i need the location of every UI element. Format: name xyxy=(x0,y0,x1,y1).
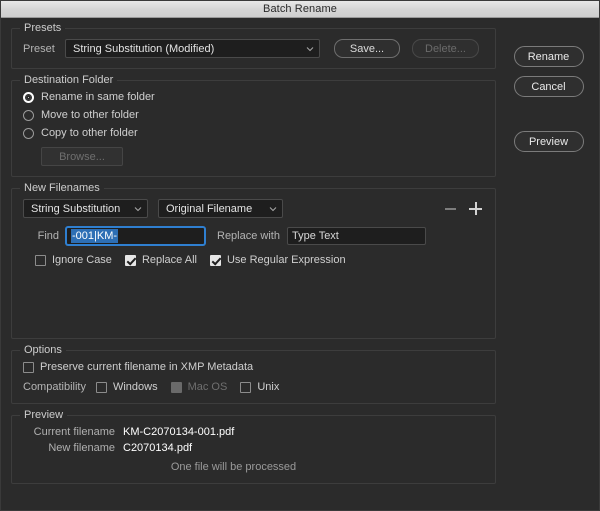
cancel-button-label: Cancel xyxy=(531,80,566,93)
preset-select[interactable]: String Substitution (Modified) xyxy=(65,39,320,58)
title-bar: Batch Rename xyxy=(1,1,599,18)
macos-label: Mac OS xyxy=(187,381,228,393)
options-group-title: Options xyxy=(20,345,66,356)
rename-method-select[interactable]: String Substitution xyxy=(23,199,148,218)
checkbox-use-regex[interactable] xyxy=(209,254,221,266)
options-group: Options Preserve current filename in XMP… xyxy=(11,345,496,404)
save-preset-label: Save... xyxy=(349,42,385,55)
find-replace-row: Find -001|KM- Replace with Type Text xyxy=(23,227,484,245)
new-filename-label: New filename xyxy=(48,442,115,454)
radio-label-rename-same: Rename in same folder xyxy=(41,91,155,103)
batch-rename-dialog: Batch Rename Presets Preset String Subst… xyxy=(0,0,600,511)
new-filenames-group: New Filenames String Substitution Origin… xyxy=(11,183,496,339)
checkbox-windows[interactable] xyxy=(95,381,107,393)
current-filename-value: KM-C2070134-001.pdf xyxy=(123,426,235,438)
delete-preset-button: Delete... xyxy=(412,39,479,58)
rename-button[interactable]: Rename xyxy=(513,46,584,67)
rename-source-select[interactable]: Original Filename xyxy=(158,199,283,218)
checkbox-ignore-case[interactable] xyxy=(35,254,46,266)
find-input-value: -001|KM- xyxy=(71,229,119,243)
new-filenames-group-title: New Filenames xyxy=(20,183,104,194)
new-filenames-empty-space xyxy=(23,266,484,328)
plus-icon[interactable] xyxy=(469,202,482,215)
checkbox-replace-all[interactable] xyxy=(124,254,136,266)
browse-button: Browse... xyxy=(41,147,123,166)
replace-with-input[interactable]: Type Text xyxy=(286,227,426,245)
action-buttons-column: Rename Cancel Preview xyxy=(496,28,589,504)
new-filename-value: C2070134.pdf xyxy=(123,442,193,454)
dialog-content: Presets Preset String Substitution (Modi… xyxy=(1,18,599,510)
unix-label: Unix xyxy=(257,381,280,393)
presets-group: Presets Preset String Substitution (Modi… xyxy=(11,23,496,69)
use-regex-label: Use Regular Expression xyxy=(226,254,346,266)
checkbox-unix[interactable] xyxy=(240,381,252,393)
radio-label-copy-other: Copy to other folder xyxy=(41,127,138,139)
preset-row: Preset String Substitution (Modified) Sa… xyxy=(23,39,484,58)
radio-rename-in-same-folder[interactable]: Rename in same folder xyxy=(23,91,484,103)
rename-source-value: Original Filename xyxy=(166,202,253,215)
destination-folder-group: Destination Folder Rename in same folder… xyxy=(11,75,496,177)
browse-label: Browse... xyxy=(59,150,105,163)
preview-note: One file will be processed xyxy=(170,461,297,473)
preserve-filename-row[interactable]: Preserve current filename in XMP Metadat… xyxy=(23,361,484,373)
checkbox-preserve-filename[interactable] xyxy=(23,361,34,373)
replace-with-value: Type Text xyxy=(291,230,339,242)
left-column: Presets Preset String Substitution (Modi… xyxy=(11,23,496,504)
preset-label: Preset xyxy=(23,42,55,55)
chevron-down-icon xyxy=(269,205,277,212)
replace-with-label: Replace with xyxy=(217,230,280,242)
preset-select-value: String Substitution (Modified) xyxy=(73,42,215,55)
delete-preset-label: Delete... xyxy=(425,42,466,55)
ignore-case-label: Ignore Case xyxy=(52,254,112,266)
rule-controls xyxy=(445,202,484,215)
replace-all-label: Replace All xyxy=(141,254,197,266)
chevron-down-icon xyxy=(134,205,142,212)
radio-move-to-other-folder[interactable]: Move to other folder xyxy=(23,109,484,121)
filename-rule-row: String Substitution Original Filename xyxy=(23,199,484,218)
cancel-button[interactable]: Cancel xyxy=(513,76,584,97)
preview-button-label: Preview xyxy=(528,135,569,148)
preview-current-row: Current filename KM-C2070134-001.pdf xyxy=(23,426,484,438)
destination-group-title: Destination Folder xyxy=(20,75,118,86)
preview-new-row: New filename C2070134.pdf xyxy=(23,442,484,454)
rename-method-value: String Substitution xyxy=(31,202,121,215)
minus-icon[interactable] xyxy=(445,207,456,210)
radio-label-move-other: Move to other folder xyxy=(41,109,139,121)
radio-icon-unselected xyxy=(23,109,34,121)
window-title: Batch Rename xyxy=(263,3,337,15)
presets-group-title: Presets xyxy=(20,23,66,34)
windows-label: Windows xyxy=(112,381,158,393)
radio-icon-selected xyxy=(23,91,34,103)
find-input[interactable]: -001|KM- xyxy=(66,227,205,245)
current-filename-label: Current filename xyxy=(33,426,115,438)
compatibility-row: Compatibility Windows Mac OS Unix xyxy=(23,381,484,393)
preview-button[interactable]: Preview xyxy=(513,131,584,152)
save-preset-button[interactable]: Save... xyxy=(334,39,400,58)
compatibility-label: Compatibility xyxy=(23,381,86,393)
radio-icon-unselected xyxy=(23,127,34,139)
radio-copy-to-other-folder[interactable]: Copy to other folder xyxy=(23,127,484,139)
rename-button-label: Rename xyxy=(527,50,570,63)
find-options-row: Ignore Case Replace All Use Regular Expr… xyxy=(23,254,484,266)
find-label: Find xyxy=(37,230,59,242)
preview-group-title: Preview xyxy=(20,410,68,421)
preview-group: Preview Current filename KM-C2070134-001… xyxy=(11,410,496,484)
chevron-down-icon xyxy=(306,45,314,52)
preserve-filename-label: Preserve current filename in XMP Metadat… xyxy=(40,361,254,373)
checkbox-macos xyxy=(170,381,182,393)
